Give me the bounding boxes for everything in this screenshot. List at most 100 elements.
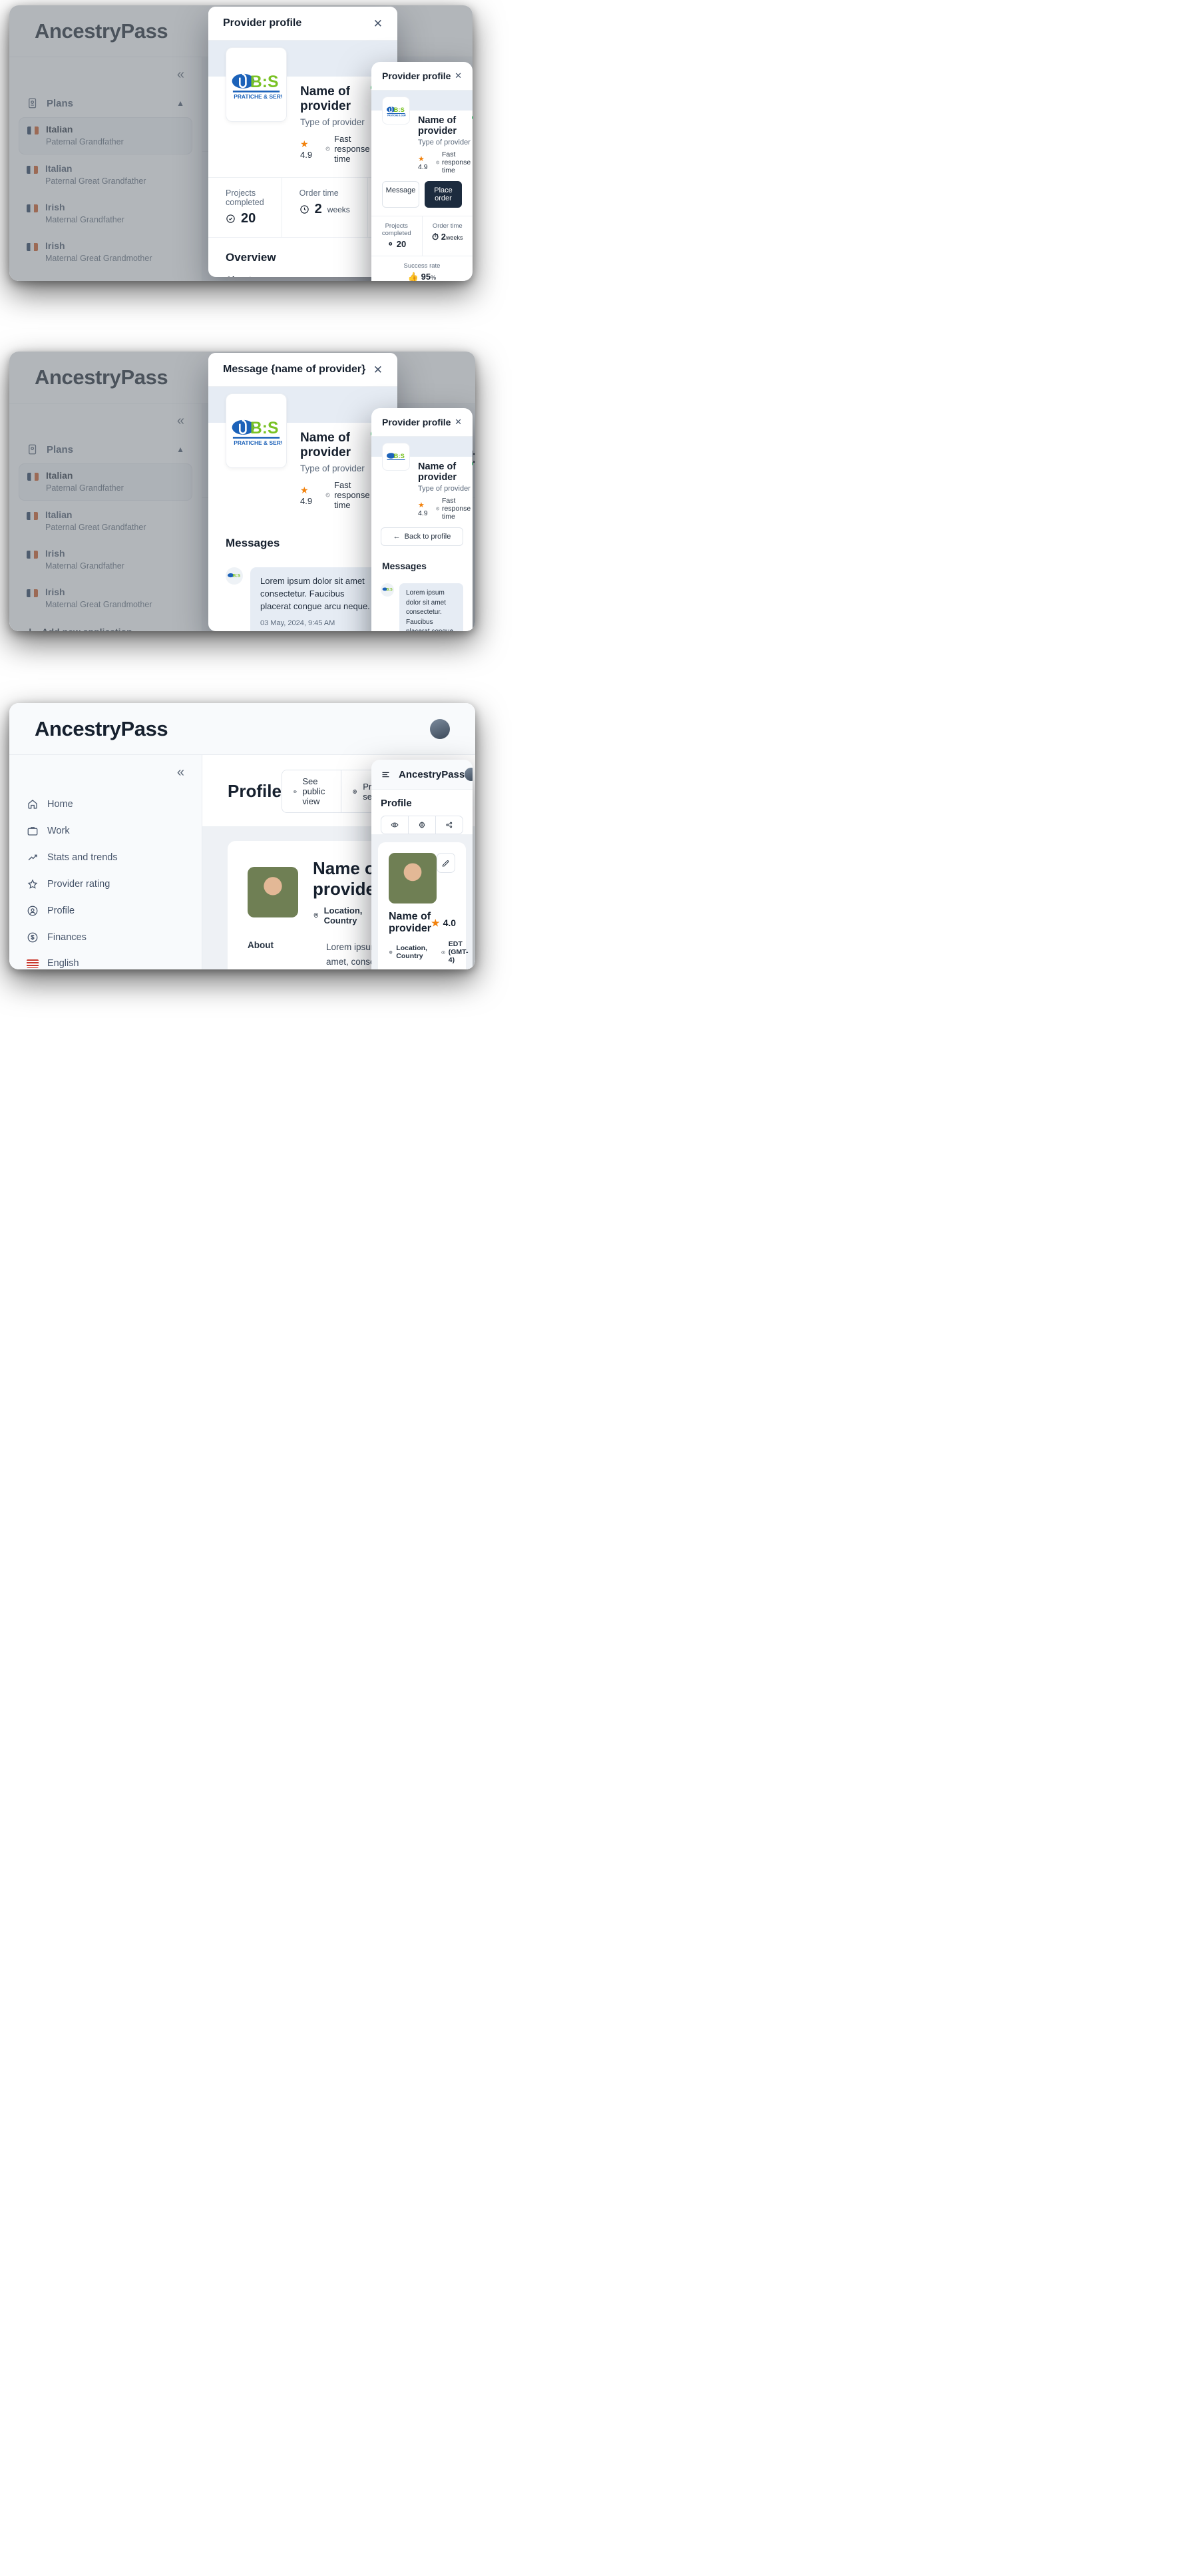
add-new-application-button[interactable]: + Add new application <box>9 272 202 281</box>
dollar-circle-icon <box>27 932 38 943</box>
bbs-pratiche-servizi-logo: B:S <box>387 453 405 460</box>
provider-name: Name of provider <box>300 431 351 459</box>
sidebar-item-language[interactable]: English <box>9 951 202 969</box>
gear-icon <box>419 821 425 829</box>
fast-response-icon <box>325 493 330 497</box>
see-public-view-button[interactable]: See public view <box>282 770 341 812</box>
svg-text:PRATICHE & SERVIZI: PRATICHE & SERVIZI <box>234 93 282 100</box>
close-icon[interactable]: ✕ <box>455 71 462 81</box>
profile-photo <box>389 853 437 903</box>
plan-subtitle: Maternal Great Grandmother <box>45 254 152 263</box>
plan-subtitle: Paternal Grandfather <box>46 137 124 146</box>
collapse-sidebar-icon[interactable]: « <box>177 766 184 779</box>
sidebar-item-profile[interactable]: Profile <box>9 898 202 924</box>
trending-up-icon <box>28 854 37 861</box>
sidebar-plan-italian-paternal-grandfather[interactable]: Italian Paternal Grandfather <box>19 463 192 501</box>
message-text: Lorem ipsum dolor sit amet consectetur. … <box>260 576 370 611</box>
close-icon[interactable]: ✕ <box>373 364 383 376</box>
bbs-logo-icon: B:S <box>228 573 241 578</box>
sidebar-plan-italian-paternal-great-grandfather[interactable]: Italian Paternal Great Grandfather <box>19 503 192 539</box>
provider-stats: Projects completed 20 Order time 2 weeks … <box>208 177 397 238</box>
sidebar-item-finances[interactable]: Finances <box>9 924 202 951</box>
back-to-profile-button[interactable]: ← Back to profile <box>381 527 463 546</box>
sidebar-plan-italian-paternal-grandfather[interactable]: Italian Paternal Grandfather <box>19 117 192 154</box>
provider-logo: B:S <box>382 443 410 471</box>
gear-icon <box>353 788 357 794</box>
message-button[interactable]: Message <box>382 181 419 208</box>
clock-icon <box>441 950 445 954</box>
share-profile-button[interactable] <box>436 816 463 834</box>
app-brand: AncestryPass <box>399 768 465 780</box>
plan-subtitle: Maternal Grandfather <box>45 215 124 224</box>
svg-text:PRATICHE & SERVIZI: PRATICHE & SERVIZI <box>387 114 406 117</box>
place-order-button[interactable]: Place order <box>425 181 462 208</box>
location-pin-icon <box>313 913 318 919</box>
bbs-pratiche-servizi-logo: B:SPRATICHE & SERVIZI <box>387 107 406 117</box>
sidebar-item-provider-rating[interactable]: Provider rating <box>9 871 202 898</box>
stat-projects-completed: Projects completed ⚬ 20 <box>371 216 423 256</box>
provider-logo: B:S PRATICHE & SERVIZI <box>226 47 287 122</box>
sidebar-item-work[interactable]: Work <box>9 818 202 844</box>
sidebar-section-plans[interactable]: Plans ▲ <box>9 439 202 462</box>
message-text: Lorem ipsum dolor sit amet consectetur. … <box>406 589 453 631</box>
collapse-sidebar-icon[interactable]: « <box>177 68 184 81</box>
message-modal-mobile: Provider profile ✕ B:S Name of provider … <box>371 408 473 631</box>
mobile-modal-header: Provider profile ✕ <box>371 62 473 91</box>
sidebar-plan-irish-maternal-great-grandmother[interactable]: Irish Maternal Great Grandmother <box>19 581 192 617</box>
plan-title: Italian <box>46 124 73 134</box>
response-time-label: Fast response time <box>334 134 370 164</box>
panel-profile-page: AncestryPass « Home Work Stats and trend… <box>9 703 475 969</box>
sidebar-plan-italian-paternal-great-grandfather[interactable]: Italian Paternal Great Grandfather <box>19 157 192 193</box>
plan-title: Irish <box>45 202 65 212</box>
profile-settings-button[interactable] <box>409 816 436 834</box>
eye-icon <box>293 790 297 793</box>
star-icon: ★ <box>418 154 425 163</box>
ireland-flag-icon <box>27 243 38 251</box>
svg-text:PRATICHE & SERVIZI: PRATICHE & SERVIZI <box>234 439 282 446</box>
home-icon <box>28 800 37 809</box>
page-title: Profile <box>381 798 412 809</box>
fast-response-icon <box>436 160 439 164</box>
hamburger-menu-icon[interactable] <box>381 770 391 780</box>
sidebar-plan-irish-maternal-grandfather[interactable]: Irish Maternal Grandfather <box>19 542 192 578</box>
avatar: B:S <box>226 567 243 585</box>
svg-text:B:S: B:S <box>250 73 279 91</box>
panel-message-provider: AncestryPass « Plans ▲ Italian Paternal G… <box>9 352 475 631</box>
edit-profile-button[interactable] <box>436 853 455 873</box>
see-public-view-button[interactable] <box>381 816 409 834</box>
provider-type: Type of provider <box>418 138 471 146</box>
italy-flag-icon <box>27 127 39 134</box>
svg-text:B:S: B:S <box>250 419 279 437</box>
online-status-dot <box>471 462 473 465</box>
message-modal: Message {name of provider} ✕ B:S PRATICHE… <box>208 353 397 631</box>
modal-header: Provider profile ✕ <box>208 7 397 41</box>
sidebar-item-home[interactable]: Home <box>9 791 202 818</box>
close-icon[interactable]: ✕ <box>373 18 383 29</box>
close-icon[interactable]: ✕ <box>455 417 462 427</box>
sidebar-plan-irish-maternal-great-grandmother[interactable]: Irish Maternal Great Grandmother <box>19 234 192 270</box>
svg-text:B:S: B:S <box>386 588 393 592</box>
collapse-sidebar-icon[interactable]: « <box>177 414 184 427</box>
svg-text:B:S: B:S <box>394 107 405 114</box>
provider-type: Type of provider <box>418 485 471 493</box>
field-label: About <box>248 940 274 950</box>
field-label: About <box>226 275 304 277</box>
sidebar: « Plans ▲ Italian Paternal Grandfather It… <box>9 403 202 631</box>
overview-section: Overview AboutLorem ipsum dolor sit amet… <box>208 238 397 277</box>
avatar[interactable] <box>465 768 473 781</box>
italy-flag-icon <box>27 166 38 174</box>
provider-rating: 4.9 <box>418 162 428 171</box>
avatar[interactable] <box>430 718 450 739</box>
mobile-modal-title: Provider profile <box>382 417 451 427</box>
sidebar-plan-irish-maternal-grandfather[interactable]: Irish Maternal Grandfather <box>19 196 192 232</box>
plan-title: Irish <box>45 240 65 251</box>
passport-icon <box>29 98 37 109</box>
italy-flag-icon <box>27 473 39 481</box>
sidebar-section-plans[interactable]: Plans ▲ <box>9 93 202 116</box>
profile-mobile: AncestryPass Profile Name of provider ★ 4… <box>371 760 473 969</box>
sidebar-item-stats-and-trends[interactable]: Stats and trends <box>9 844 202 871</box>
mobile-modal-title: Provider profile <box>382 71 451 81</box>
passport-icon <box>29 444 37 455</box>
add-new-application-button[interactable]: +Add new application <box>9 618 202 631</box>
star-icon: ★ <box>300 138 309 149</box>
